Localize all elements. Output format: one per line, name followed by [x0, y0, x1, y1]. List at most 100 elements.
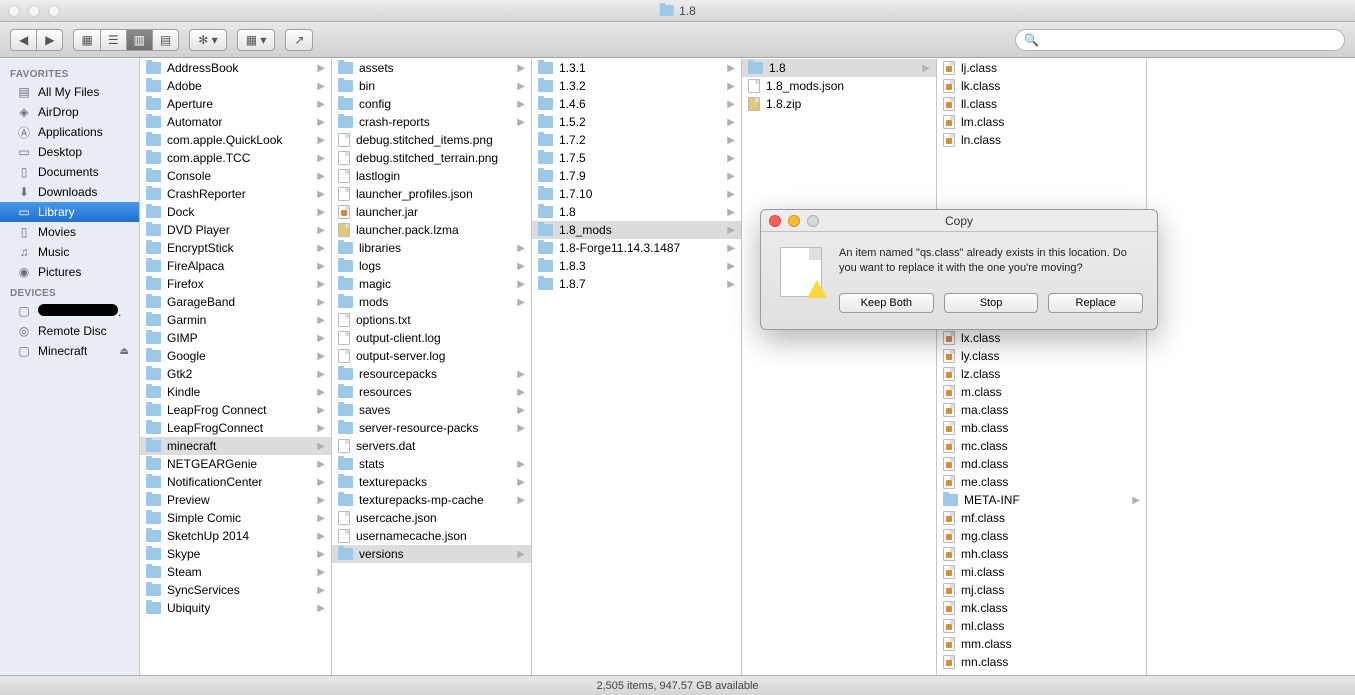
file-row[interactable]: Dock▶ — [140, 203, 331, 221]
file-row[interactable]: 1.8.7▶ — [532, 275, 741, 293]
sidebar-item-all-my-files[interactable]: ▤All My Files — [0, 82, 139, 102]
file-row[interactable]: assets▶ — [332, 59, 531, 77]
sidebar-item-movies[interactable]: ▯Movies — [0, 222, 139, 242]
file-row[interactable]: resources▶ — [332, 383, 531, 401]
eject-icon[interactable]: ⏏ — [120, 346, 129, 357]
file-row[interactable]: 1.8▶ — [742, 59, 936, 77]
file-row[interactable]: 1.8.zip — [742, 95, 936, 113]
file-row[interactable]: ll.class — [937, 95, 1146, 113]
file-row[interactable]: mm.class — [937, 635, 1146, 653]
file-row[interactable]: servers.dat — [332, 437, 531, 455]
file-row[interactable]: 1.7.10▶ — [532, 185, 741, 203]
list-view-button[interactable]: ☰ — [101, 29, 127, 51]
file-row[interactable]: m.class — [937, 383, 1146, 401]
close-button[interactable] — [8, 5, 20, 17]
file-row[interactable]: lx.class — [937, 329, 1146, 347]
sidebar-item-applications[interactable]: ⒶApplications — [0, 122, 139, 142]
file-row[interactable]: SyncServices▶ — [140, 581, 331, 599]
sidebar-item-remote-disc[interactable]: ◎Remote Disc — [0, 321, 139, 341]
file-row[interactable]: lm.class — [937, 113, 1146, 131]
file-row[interactable]: FireAlpaca▶ — [140, 257, 331, 275]
file-row[interactable]: debug.stitched_terrain.png — [332, 149, 531, 167]
file-row[interactable]: bin▶ — [332, 77, 531, 95]
file-row[interactable]: Aperture▶ — [140, 95, 331, 113]
file-row[interactable]: stats▶ — [332, 455, 531, 473]
file-row[interactable]: texturepacks-mp-cache▶ — [332, 491, 531, 509]
file-row[interactable]: lk.class — [937, 77, 1146, 95]
file-row[interactable]: Skype▶ — [140, 545, 331, 563]
forward-button[interactable]: ▶ — [37, 29, 63, 51]
file-row[interactable]: logs▶ — [332, 257, 531, 275]
file-row[interactable]: crash-reports▶ — [332, 113, 531, 131]
file-row[interactable]: ma.class — [937, 401, 1146, 419]
file-row[interactable]: 1.7.5▶ — [532, 149, 741, 167]
sidebar-item-documents[interactable]: ▯Documents — [0, 162, 139, 182]
file-row[interactable]: ly.class — [937, 347, 1146, 365]
file-row[interactable]: 1.8▶ — [532, 203, 741, 221]
file-row[interactable]: GIMP▶ — [140, 329, 331, 347]
file-row[interactable]: Preview▶ — [140, 491, 331, 509]
file-row[interactable]: 1.7.2▶ — [532, 131, 741, 149]
file-row[interactable]: mi.class — [937, 563, 1146, 581]
sidebar-item-pictures[interactable]: ◉Pictures — [0, 262, 139, 282]
file-row[interactable]: lastlogin — [332, 167, 531, 185]
arrange-menu-button[interactable]: ▦ ▾ — [237, 29, 276, 51]
file-row[interactable]: 1.8_mods.json — [742, 77, 936, 95]
replace-button[interactable]: Replace — [1048, 293, 1143, 313]
file-row[interactable]: SketchUp 2014▶ — [140, 527, 331, 545]
file-row[interactable]: META-INF▶ — [937, 491, 1146, 509]
file-row[interactable]: DVD Player▶ — [140, 221, 331, 239]
file-row[interactable]: mg.class — [937, 527, 1146, 545]
stop-button[interactable]: Stop — [944, 293, 1039, 313]
file-row[interactable]: usercache.json — [332, 509, 531, 527]
back-button[interactable]: ◀ — [10, 29, 37, 51]
file-row[interactable]: 1.7.9▶ — [532, 167, 741, 185]
file-row[interactable]: ml.class — [937, 617, 1146, 635]
file-row[interactable]: AddressBook▶ — [140, 59, 331, 77]
file-row[interactable]: 1.8.3▶ — [532, 257, 741, 275]
file-row[interactable]: usernamecache.json — [332, 527, 531, 545]
zoom-button[interactable] — [48, 5, 60, 17]
file-row[interactable]: lj.class — [937, 59, 1146, 77]
file-row[interactable]: ln.class — [937, 131, 1146, 149]
minimize-button[interactable] — [28, 5, 40, 17]
file-row[interactable]: Garmin▶ — [140, 311, 331, 329]
file-row[interactable]: com.apple.TCC▶ — [140, 149, 331, 167]
file-row[interactable]: mf.class — [937, 509, 1146, 527]
file-row[interactable]: mc.class — [937, 437, 1146, 455]
file-row[interactable]: mj.class — [937, 581, 1146, 599]
keep-both-button[interactable]: Keep Both — [839, 293, 934, 313]
file-row[interactable]: output-client.log — [332, 329, 531, 347]
file-row[interactable]: libraries▶ — [332, 239, 531, 257]
file-row[interactable]: LeapFrogConnect▶ — [140, 419, 331, 437]
file-row[interactable]: Steam▶ — [140, 563, 331, 581]
file-row[interactable]: EncryptStick▶ — [140, 239, 331, 257]
coverflow-view-button[interactable]: ▤ — [153, 29, 179, 51]
file-row[interactable]: debug.stitched_items.png — [332, 131, 531, 149]
file-row[interactable]: mn.class — [937, 653, 1146, 671]
file-row[interactable]: versions▶ — [332, 545, 531, 563]
file-row[interactable]: 1.8_mods▶ — [532, 221, 741, 239]
file-row[interactable]: Gtk2▶ — [140, 365, 331, 383]
file-row[interactable]: 1.3.1▶ — [532, 59, 741, 77]
file-row[interactable]: me.class — [937, 473, 1146, 491]
file-row[interactable]: launcher.pack.lzma — [332, 221, 531, 239]
file-row[interactable]: 1.3.2▶ — [532, 77, 741, 95]
file-row[interactable]: output-server.log — [332, 347, 531, 365]
file-row[interactable]: server-resource-packs▶ — [332, 419, 531, 437]
file-row[interactable]: Google▶ — [140, 347, 331, 365]
file-row[interactable]: lz.class — [937, 365, 1146, 383]
file-row[interactable]: saves▶ — [332, 401, 531, 419]
file-row[interactable]: 1.8-Forge11.14.3.1487▶ — [532, 239, 741, 257]
sidebar-item-desktop[interactable]: ▭Desktop — [0, 142, 139, 162]
sidebar-item-device[interactable]: ▢. — [0, 301, 139, 321]
column-view-button[interactable]: ▥ — [127, 29, 153, 51]
sidebar-item-minecraft[interactable]: ▢Minecraft⏏ — [0, 341, 139, 361]
file-row[interactable]: Firefox▶ — [140, 275, 331, 293]
search-input[interactable] — [1043, 34, 1336, 46]
file-row[interactable]: mb.class — [937, 419, 1146, 437]
file-row[interactable]: resourcepacks▶ — [332, 365, 531, 383]
share-button[interactable]: ↗ — [285, 29, 313, 51]
action-menu-button[interactable]: ✻ ▾ — [189, 29, 226, 51]
file-row[interactable]: launcher.jar — [332, 203, 531, 221]
